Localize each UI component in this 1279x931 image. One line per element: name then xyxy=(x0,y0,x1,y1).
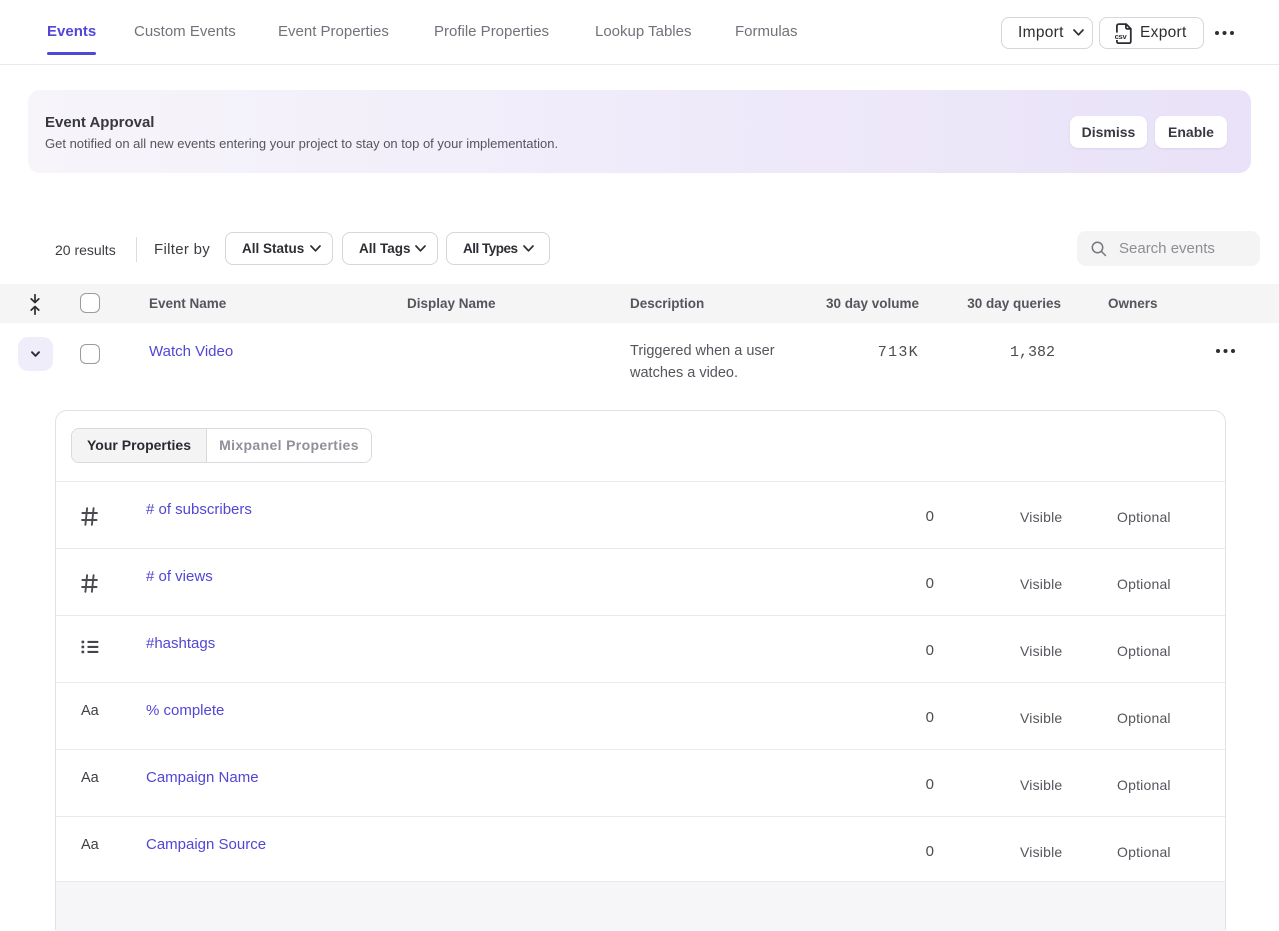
svg-text:csv: csv xyxy=(1115,32,1127,41)
